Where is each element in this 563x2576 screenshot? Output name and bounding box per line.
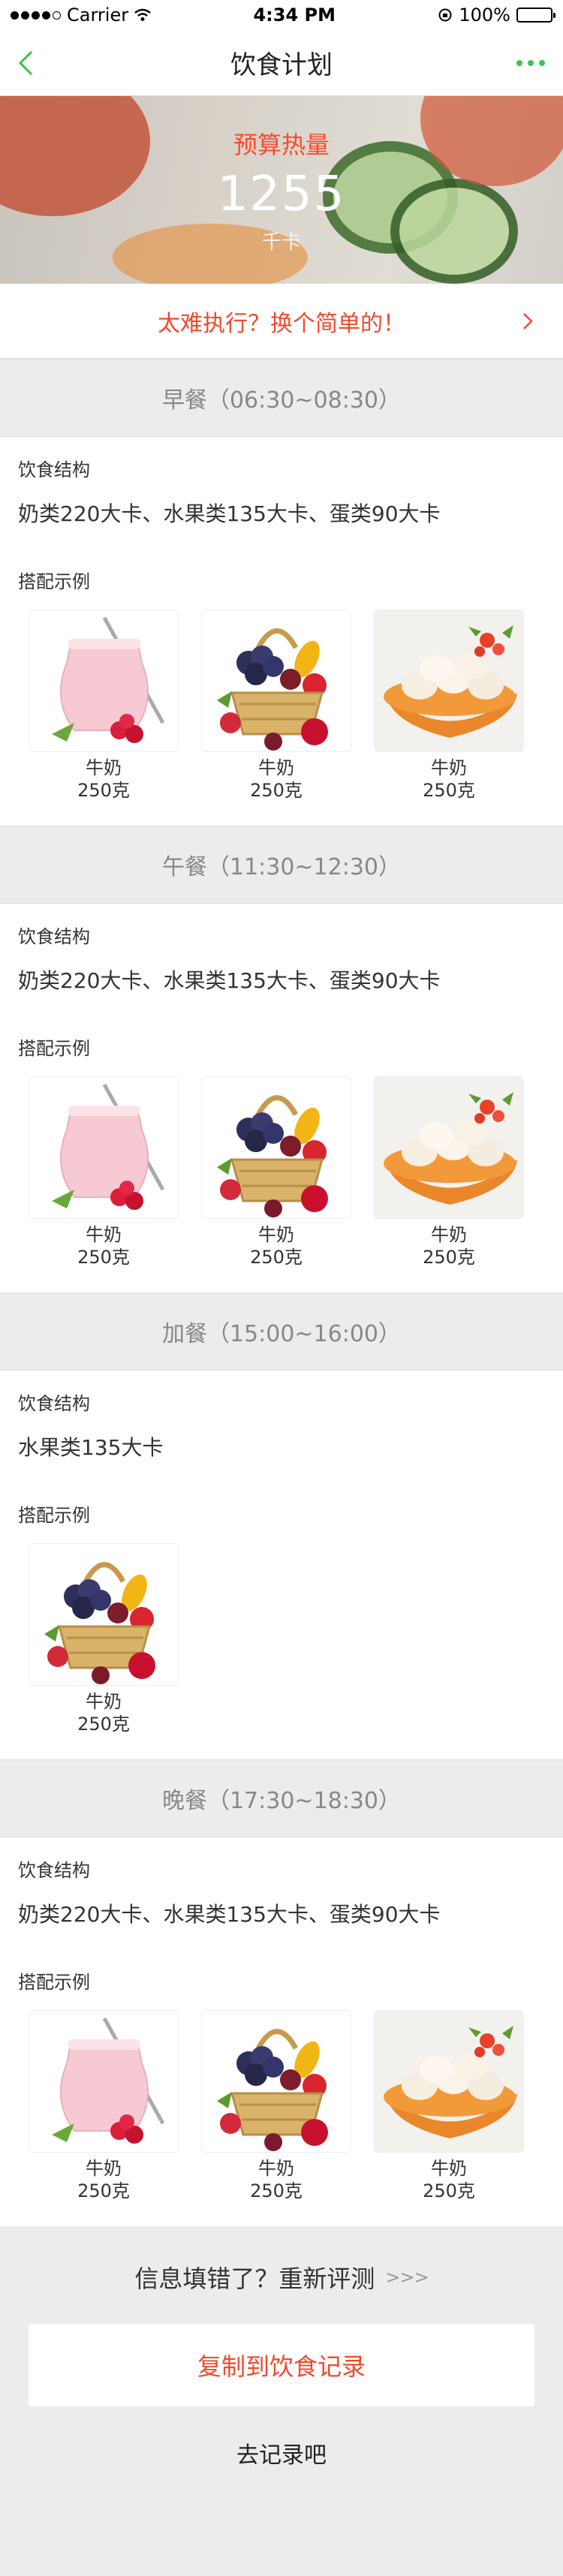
food-card[interactable]: 牛奶 250克 xyxy=(201,1076,351,1268)
copy-to-record-button[interactable]: 复制到饮食记录 xyxy=(29,2324,534,2406)
signal-icon xyxy=(11,11,61,20)
food-image-fruit-basket xyxy=(201,2010,351,2153)
food-name: 牛奶 xyxy=(258,1224,294,1245)
food-amount: 250克 xyxy=(250,780,303,801)
go-record-link[interactable]: 去记录吧 xyxy=(29,2436,534,2469)
food-amount: 250克 xyxy=(423,780,475,801)
snack-section: 饮食结构水果类135大卡搭配示例牛奶 250克 xyxy=(0,1371,563,1759)
more-dots-icon xyxy=(516,59,522,66)
structure-text: 奶类220大卡、水果类135大卡、蛋类90大卡 xyxy=(18,501,441,526)
food-card[interactable]: 牛奶 250克 xyxy=(201,609,351,802)
budget-calorie-unit: 千卡 xyxy=(261,230,301,254)
food-image-eggs xyxy=(374,2010,524,2153)
status-left: Carrier xyxy=(11,5,151,26)
structure-text: 奶类220大卡、水果类135大卡、蛋类90大卡 xyxy=(18,968,441,993)
food-examples: 牛奶 250克 xyxy=(18,1543,545,1735)
reevaluate-link[interactable]: 信息填错了？重新评测 >>> xyxy=(29,2256,534,2298)
food-examples: 牛奶 250克 牛奶 250克 牛奶 250克 xyxy=(18,609,545,802)
switch-plan-text: 太难执行？换个简单的！ xyxy=(158,310,405,337)
reevaluate-arrows: >>> xyxy=(385,2267,429,2288)
hero-content: 预算热量 1255 千卡 xyxy=(0,96,563,284)
structure-label: 饮食结构 xyxy=(18,459,90,480)
status-time: 4:34 PM xyxy=(253,5,336,26)
food-card[interactable]: 牛奶 250克 xyxy=(29,2010,179,2202)
food-card[interactable]: 牛奶 250克 xyxy=(29,609,179,802)
status-right: 100% xyxy=(438,5,555,26)
lunch-section: 饮食结构 奶类220大卡、水果类135大卡、蛋类90大卡 搭配示例 牛奶 250克 牛奶 2… xyxy=(0,904,563,1293)
food-examples: 牛奶 250克 牛奶 250克 牛奶 250克 xyxy=(18,1076,545,1268)
food-card[interactable]: 牛奶 250克 xyxy=(374,2010,524,2202)
food-image-fruit-basket xyxy=(201,1076,351,1219)
food-amount: 250克 xyxy=(77,1714,130,1735)
dinner-section: 饮食结构 奶类220大卡、水果类135大卡、蛋类90大卡 搭配示例 牛奶 250克 牛奶 2… xyxy=(0,1837,563,2226)
status-bar: Carrier 4:34 PM 100% xyxy=(0,0,563,30)
budget-calorie-value: 1255 xyxy=(217,166,346,222)
structure-label: 饮食结构 xyxy=(18,926,90,947)
food-card[interactable]: 牛奶 250克 xyxy=(374,1076,524,1268)
food-name: 牛奶 xyxy=(86,1691,122,1712)
food-amount: 250克 xyxy=(250,2180,303,2201)
food-name: 牛奶 xyxy=(86,757,122,778)
food-card[interactable]: 牛奶 250克 xyxy=(29,1543,179,1735)
orientation-lock-icon xyxy=(438,8,452,22)
budget-calorie-label: 预算热量 xyxy=(233,130,330,159)
carrier-label: Carrier xyxy=(67,5,129,26)
food-amount: 250克 xyxy=(77,2180,130,2201)
food-name: 牛奶 xyxy=(431,1224,467,1245)
food-image-yogurt xyxy=(29,1076,179,1219)
food-amount: 250克 xyxy=(77,780,130,801)
lunch-header: 午餐（11:30~12:30） xyxy=(0,826,563,904)
battery-icon xyxy=(516,8,555,23)
food-image-eggs xyxy=(374,609,524,752)
food-image-fruit-basket xyxy=(29,1543,179,1686)
example-label: 搭配示例 xyxy=(18,1505,90,1526)
wifi-icon xyxy=(134,8,151,21)
food-image-fruit-basket xyxy=(201,609,351,752)
battery-percent: 100% xyxy=(459,5,510,26)
food-amount: 250克 xyxy=(423,2180,475,2201)
switch-plan-banner[interactable]: 太难执行？换个简单的！ xyxy=(0,284,563,359)
food-amount: 250克 xyxy=(250,1247,303,1268)
more-button[interactable] xyxy=(500,41,545,86)
food-name: 牛奶 xyxy=(431,2158,467,2179)
example-label: 搭配示例 xyxy=(18,1972,90,1993)
food-examples: 牛奶 250克 牛奶 250克 牛奶 250克 xyxy=(18,2010,545,2202)
example-label: 搭配示例 xyxy=(18,1038,90,1059)
chevron-right-icon xyxy=(523,313,533,330)
food-name: 牛奶 xyxy=(258,757,294,778)
structure-text: 水果类135大卡 xyxy=(18,1435,164,1460)
food-amount: 250克 xyxy=(423,1247,475,1268)
back-button[interactable] xyxy=(18,41,63,86)
structure-label: 饮食结构 xyxy=(18,1393,90,1414)
dinner-header: 晚餐（17:30~18:30） xyxy=(0,1759,563,1837)
example-label: 搭配示例 xyxy=(18,571,90,592)
food-image-eggs xyxy=(374,1076,524,1219)
food-image-yogurt xyxy=(29,609,179,752)
page-title: 饮食计划 xyxy=(230,50,333,80)
food-name: 牛奶 xyxy=(258,2158,294,2179)
calorie-hero: 预算热量 1255 千卡 xyxy=(0,96,563,284)
structure-text: 奶类220大卡、水果类135大卡、蛋类90大卡 xyxy=(18,1902,441,1927)
reevaluate-text: 信息填错了？重新评测 xyxy=(134,2265,375,2293)
food-card[interactable]: 牛奶 250克 xyxy=(201,2010,351,2202)
snack-header: 加餐（15:00~16:00） xyxy=(0,1293,563,1371)
bottom-actions: 信息填错了？重新评测 >>> 复制到饮食记录 去记录吧 xyxy=(0,2226,563,2522)
breakfast-header: 早餐（06:30~08:30） xyxy=(0,359,563,437)
breakfast-section: 饮食结构 奶类220大卡、水果类135大卡、蛋类90大卡 搭配示例 牛奶 250克 牛奶 2… xyxy=(0,437,563,826)
food-name: 牛奶 xyxy=(431,757,467,778)
food-name: 牛奶 xyxy=(86,1224,122,1245)
structure-label: 饮食结构 xyxy=(18,1860,90,1881)
food-name: 牛奶 xyxy=(86,2158,122,2179)
chevron-left-icon xyxy=(18,50,33,75)
food-card[interactable]: 牛奶 250克 xyxy=(29,1076,179,1268)
meals-list: 早餐（06:30~08:30） 饮食结构 奶类220大卡、水果类135大卡、蛋类90… xyxy=(0,359,563,2226)
nav-bar: 饮食计划 xyxy=(0,30,563,96)
food-amount: 250克 xyxy=(77,1247,130,1268)
food-image-yogurt xyxy=(29,2010,179,2153)
food-card[interactable]: 牛奶 250克 xyxy=(374,609,524,802)
